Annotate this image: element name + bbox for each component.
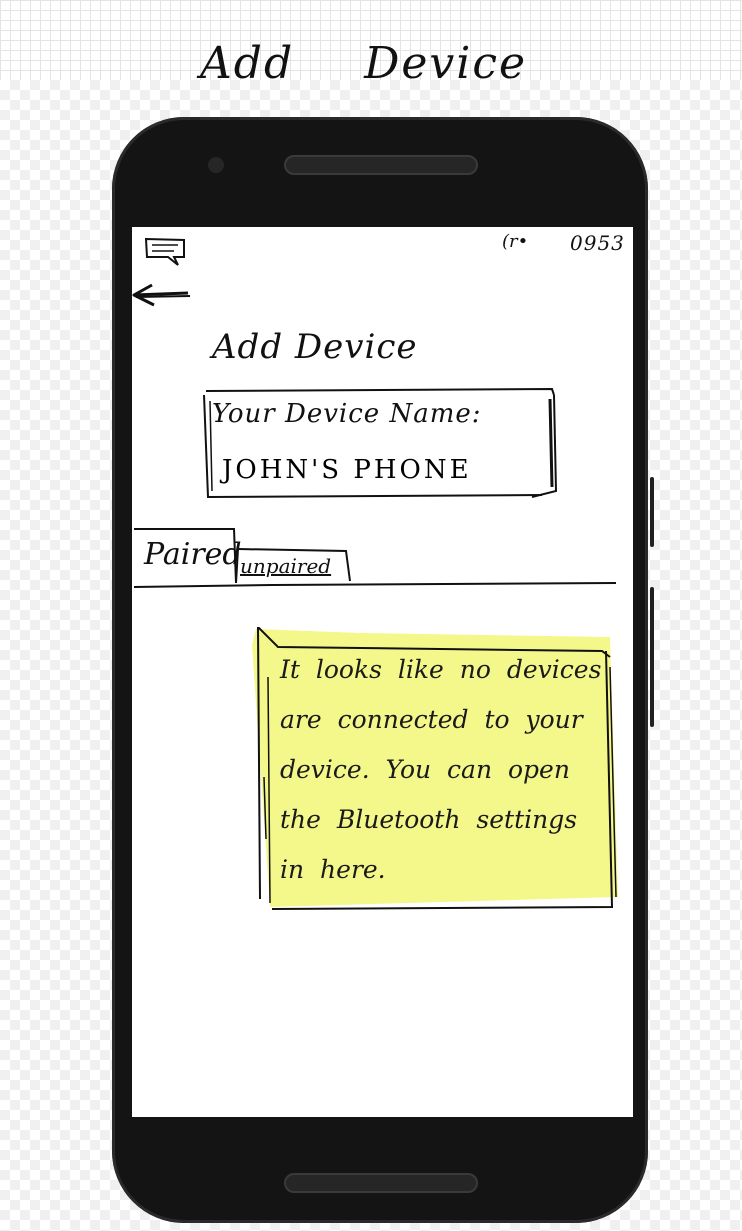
mockup-title-word-device: Device [364,38,528,89]
status-bar: (r• 0953 [132,227,633,267]
message-icon[interactable] [144,237,188,269]
phone-screen: (r• 0953 Add Device Your Device Name: JO… [132,227,633,1117]
front-camera-icon [208,157,224,173]
bottom-speaker [284,1173,478,1193]
device-name-field[interactable]: Your Device Name: JOHN'S PHONE [202,387,562,507]
device-name-label: Your Device Name: [212,399,482,429]
earpiece-speaker [284,155,478,175]
volume-button [650,477,654,547]
arrow-left-icon[interactable] [132,283,212,311]
mockup-title-word-add: Add [200,38,295,89]
signal-icon: (r• [502,231,529,252]
page-title: Add Device [212,327,418,367]
status-time: 0953 [570,231,625,255]
power-button [650,587,654,727]
device-tabs: Paired unpaired [132,527,633,591]
mockup-title: Add Device [200,38,597,89]
tab-unpaired[interactable]: unpaired [240,554,331,578]
device-name-value[interactable]: JOHN'S PHONE [222,455,472,485]
bluetooth-tooltip[interactable]: It looks like no devices are connected t… [250,627,620,917]
tab-paired[interactable]: Paired [144,537,242,572]
phone-frame: (r• 0953 Add Device Your Device Name: JO… [112,117,654,1223]
tooltip-message: It looks like no devices are connected t… [280,655,602,884]
